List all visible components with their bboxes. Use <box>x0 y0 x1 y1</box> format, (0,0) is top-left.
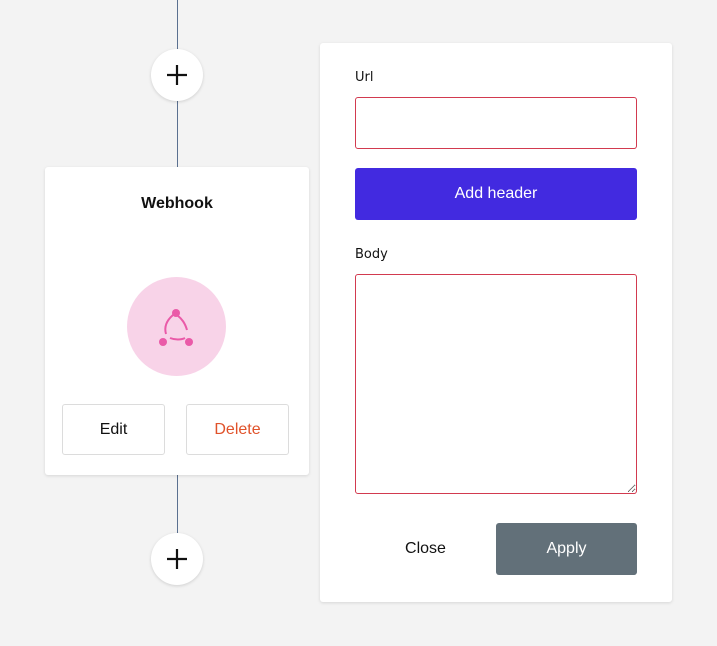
plus-icon <box>167 549 187 569</box>
delete-button[interactable]: Delete <box>186 404 289 455</box>
webhook-config-panel: Url Add header Body Close Apply <box>320 43 672 602</box>
flow-connector-top <box>177 0 178 50</box>
flow-connector-bottom <box>177 475 178 533</box>
url-input[interactable] <box>355 97 637 149</box>
url-label: Url <box>355 70 374 85</box>
step-title: Webhook <box>141 195 213 212</box>
step-icon-badge <box>127 277 226 376</box>
apply-button[interactable]: Apply <box>496 523 637 575</box>
add-step-button-top[interactable] <box>151 49 203 101</box>
body-label: Body <box>355 247 388 262</box>
add-header-button[interactable]: Add header <box>355 168 637 220</box>
close-button[interactable]: Close <box>355 523 496 575</box>
webhook-icon <box>158 308 193 346</box>
add-step-button-bottom[interactable] <box>151 533 203 585</box>
plus-icon <box>167 65 187 85</box>
webhook-step-card: Webhook Edit Delete <box>45 167 309 475</box>
edit-button[interactable]: Edit <box>62 404 165 455</box>
flow-connector-middle <box>177 100 178 167</box>
body-textarea[interactable] <box>355 274 637 494</box>
